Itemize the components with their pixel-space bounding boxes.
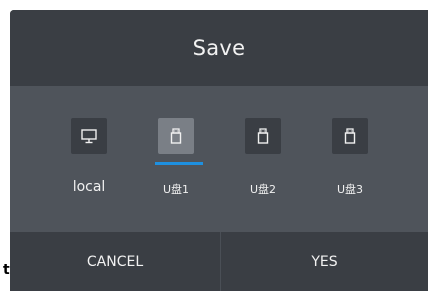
device-tile[interactable]: [71, 118, 107, 154]
device-label-usb2: U盘2: [249, 183, 277, 196]
usb-drive-icon: [257, 128, 269, 144]
monitor-icon: [81, 129, 97, 144]
stray-text: t: [3, 262, 10, 278]
usb-drive-icon: [344, 128, 356, 144]
device-local[interactable]: local: [63, 118, 115, 195]
save-dialog: Save local U盘1 U盘2 U盘3 CANCEL YES: [10, 10, 428, 291]
dialog-header: Save: [10, 10, 428, 86]
device-tile[interactable]: [332, 118, 368, 154]
usb-drive-icon: [170, 128, 182, 144]
device-usb1[interactable]: U盘1: [150, 118, 203, 196]
device-selector: local U盘1 U盘2 U盘3: [10, 86, 428, 232]
selection-indicator: [155, 162, 203, 165]
device-label-usb3: U盘3: [336, 183, 364, 196]
device-tile[interactable]: [245, 118, 281, 154]
dialog-title: Save: [192, 36, 246, 60]
cancel-button[interactable]: CANCEL: [10, 232, 220, 291]
yes-button[interactable]: YES: [221, 232, 428, 291]
device-usb3[interactable]: U盘3: [324, 118, 376, 196]
device-tile-selected[interactable]: [155, 118, 203, 165]
device-label-usb1: U盘1: [162, 183, 190, 196]
device-label-local: local: [72, 179, 106, 195]
device-usb2[interactable]: U盘2: [237, 118, 289, 196]
dialog-footer: CANCEL YES: [10, 232, 428, 291]
